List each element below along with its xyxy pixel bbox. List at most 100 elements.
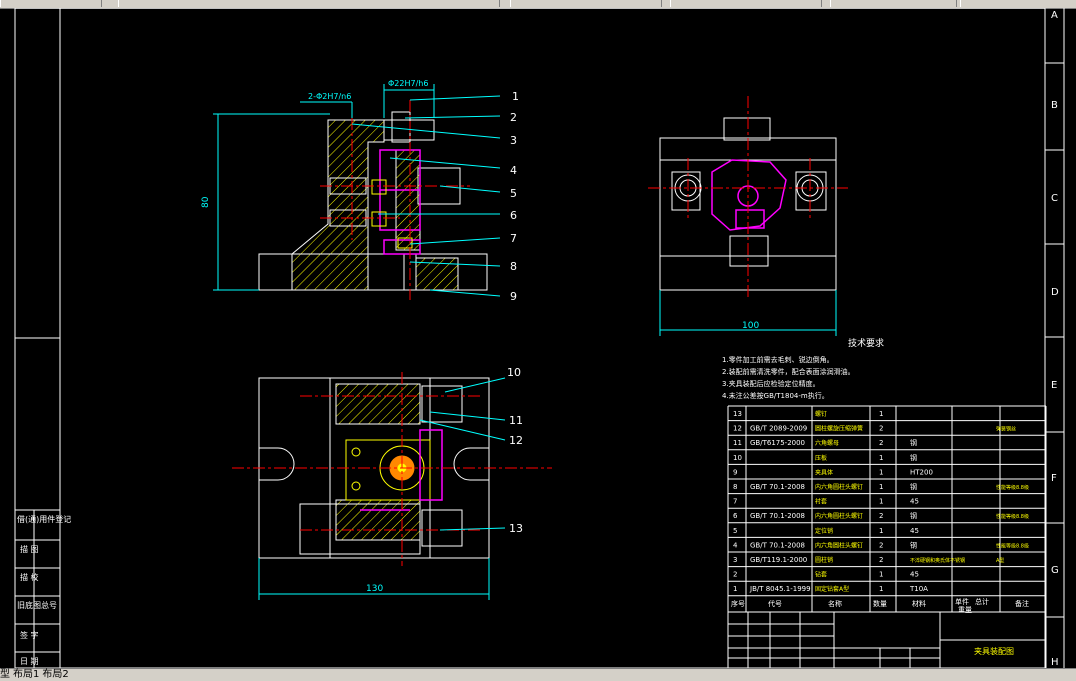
side-width-dimension: 100 [742,321,759,331]
toolbar-segment[interactable] [510,0,662,7]
drawing-frame [14,8,1065,668]
bom-cell-no: 4 [733,541,738,549]
bom-header-std: 代号 [768,599,782,608]
toolbar-segment[interactable] [960,0,1076,7]
tab-layout1[interactable]: 布局1 [13,669,39,680]
left-strip-labels: 借(通)用件登记 描 图 描 校 旧底图总号 签 字 日 期 [17,514,71,666]
balloon-3: 3 [510,134,517,147]
bom-table: 13 螺钉 112 GB/T 2089-2009 圆柱螺旋压缩弹簧 2 弹簧钢丝11 GB/T… [727,405,1047,614]
balloon-8: 8 [510,260,517,273]
bom-cell-no: 11 [733,439,742,447]
balloon-11: 11 [509,414,523,427]
bom-cell-no: 2 [733,571,737,579]
tech-req-title: 技术要求 [848,337,884,349]
bom-header-weight: 重量 [958,606,972,614]
toolbar-segment[interactable] [830,0,957,7]
balloon-4: 4 [510,164,517,177]
balloon-2: 2 [510,111,517,124]
zone-label: D [1051,287,1059,298]
bom-cell-note: 性能等级8.8级 [996,542,1029,549]
zone-label: G [1051,565,1059,576]
bom-cell-material: T10A [909,585,928,593]
bom-cell-material: 45 [910,527,919,535]
bom-header-qty: 数量 [873,599,887,608]
strip-label: 日 期 [20,657,39,666]
bom-cell-no: 1 [733,585,737,593]
bom-cell-std: GB/T 70.1-2008 [750,512,805,520]
front-view[interactable]: 80 Φ22H7/h6 2-Φ2H7/n6 1 2 3 4 5 6 7 8 9 [201,79,519,303]
zone-labels: A B C D E F G H [1051,10,1059,668]
balloon-10: 10 [507,366,521,379]
bom-cell-no: 5 [733,527,737,535]
bom-cell-material: 不淬硬钢和奥氏体不锈钢 [910,557,965,564]
bom-cell-note: A型 [996,557,1004,564]
bom-header-note: 备注 [1015,599,1029,608]
zone-label: C [1051,193,1058,204]
bom-cell-qty: 1 [879,498,883,506]
strip-label: 旧底图总号 [17,600,57,610]
bom-cell-name: 内六角圆柱头螺钉 [815,541,863,549]
balloon-13: 13 [509,522,523,535]
bom-cell-qty: 1 [879,571,883,579]
strip-label: 描 图 [20,544,39,554]
toolbar-segment[interactable] [0,0,102,7]
bom-cell-material: 45 [910,571,919,579]
bom-cell-qty: 1 [879,454,883,462]
height-dimension: 80 [201,196,211,208]
bom-cell-material: HT200 [910,468,933,476]
drawing-title: 夹具装配图 [974,646,1014,656]
bom-cell-std: GB/T119.1-2000 [750,556,807,564]
bom-cell-note: 性能等级8.8级 [996,513,1029,520]
tab-model[interactable]: 型 [0,669,10,680]
bom-cell-name: 圆柱螺旋压缩弹簧 [815,425,863,433]
bom-cell-name: 螺钉 [815,410,827,418]
side-view[interactable]: 100 [648,96,848,336]
bom-cell-name: 衬套 [815,498,827,506]
bom-cell-no: 13 [733,410,742,418]
tab-layout2[interactable]: 布局2 [42,669,68,680]
bom-cell-qty: 1 [879,483,883,491]
bom-cell-no: 12 [733,425,742,433]
drawing-canvas[interactable]: A B C D E F G H 借(通)用件登记 描 图 描 校 旧底图总号 签… [0,8,1076,668]
bom-cell-qty: 2 [879,439,883,447]
bom-header-name: 名称 [828,599,842,608]
bom-cell-material: 钢 [910,453,917,462]
bom-cell-std: GB/T6175-2000 [750,439,805,447]
left-tolerance-label: 2-Φ2H7/n6 [308,92,351,101]
zone-label: E [1051,380,1057,391]
bom-cell-material: 钢 [910,540,917,549]
top-width-dimension: 130 [366,584,383,594]
bom-cell-qty: 2 [879,425,883,433]
bom-cell-no: 6 [733,512,738,520]
zone-label: A [1051,10,1058,21]
title-block [727,611,1047,668]
bom-cell-qty: 1 [879,468,883,476]
bom-cell-no: 8 [733,483,737,491]
zone-label: B [1051,100,1058,111]
strip-label: 签 字 [20,630,39,640]
balloon-9: 9 [510,290,517,303]
top-view[interactable]: 130 10 11 12 13 [232,366,552,600]
bom-cell-qty: 2 [879,541,883,549]
bom-header-total: 总计 [975,597,989,606]
strip-label: 描 校 [20,572,39,582]
tech-req-line: 1.零件加工前需去毛刺、锐边倒角。 [722,355,834,364]
tech-req-line: 3.夹具装配后应检验定位精度。 [722,379,820,388]
technical-requirements: 技术要求 1.零件加工前需去毛刺、锐边倒角。 2.装配前需清洗零件，配合表面涂润… [722,337,884,400]
balloon-12: 12 [509,434,523,447]
bom-cell-name: 夹具体 [815,468,833,476]
bom-cell-qty: 2 [879,556,883,564]
tech-req-line: 2.装配前需清洗零件，配合表面涂润滑油。 [722,367,855,376]
bom-cell-std: GB/T 70.1-2008 [750,483,805,491]
bom-cell-std: GB/T 2089-2009 [750,425,807,433]
bom-cell-std: GB/T 70.1-2008 [750,541,805,549]
toolbar-segment[interactable] [670,0,822,7]
bom-cell-name: 钻套 [815,571,827,579]
bom-cell-material: 钢 [910,511,917,520]
bom-header-material: 材料 [912,599,926,608]
balloon-7: 7 [510,232,517,245]
toolbar-segment[interactable] [118,0,500,7]
zone-label: H [1051,657,1059,668]
bom-cell-no: 3 [733,556,737,564]
bom-cell-name: 压板 [815,454,827,462]
